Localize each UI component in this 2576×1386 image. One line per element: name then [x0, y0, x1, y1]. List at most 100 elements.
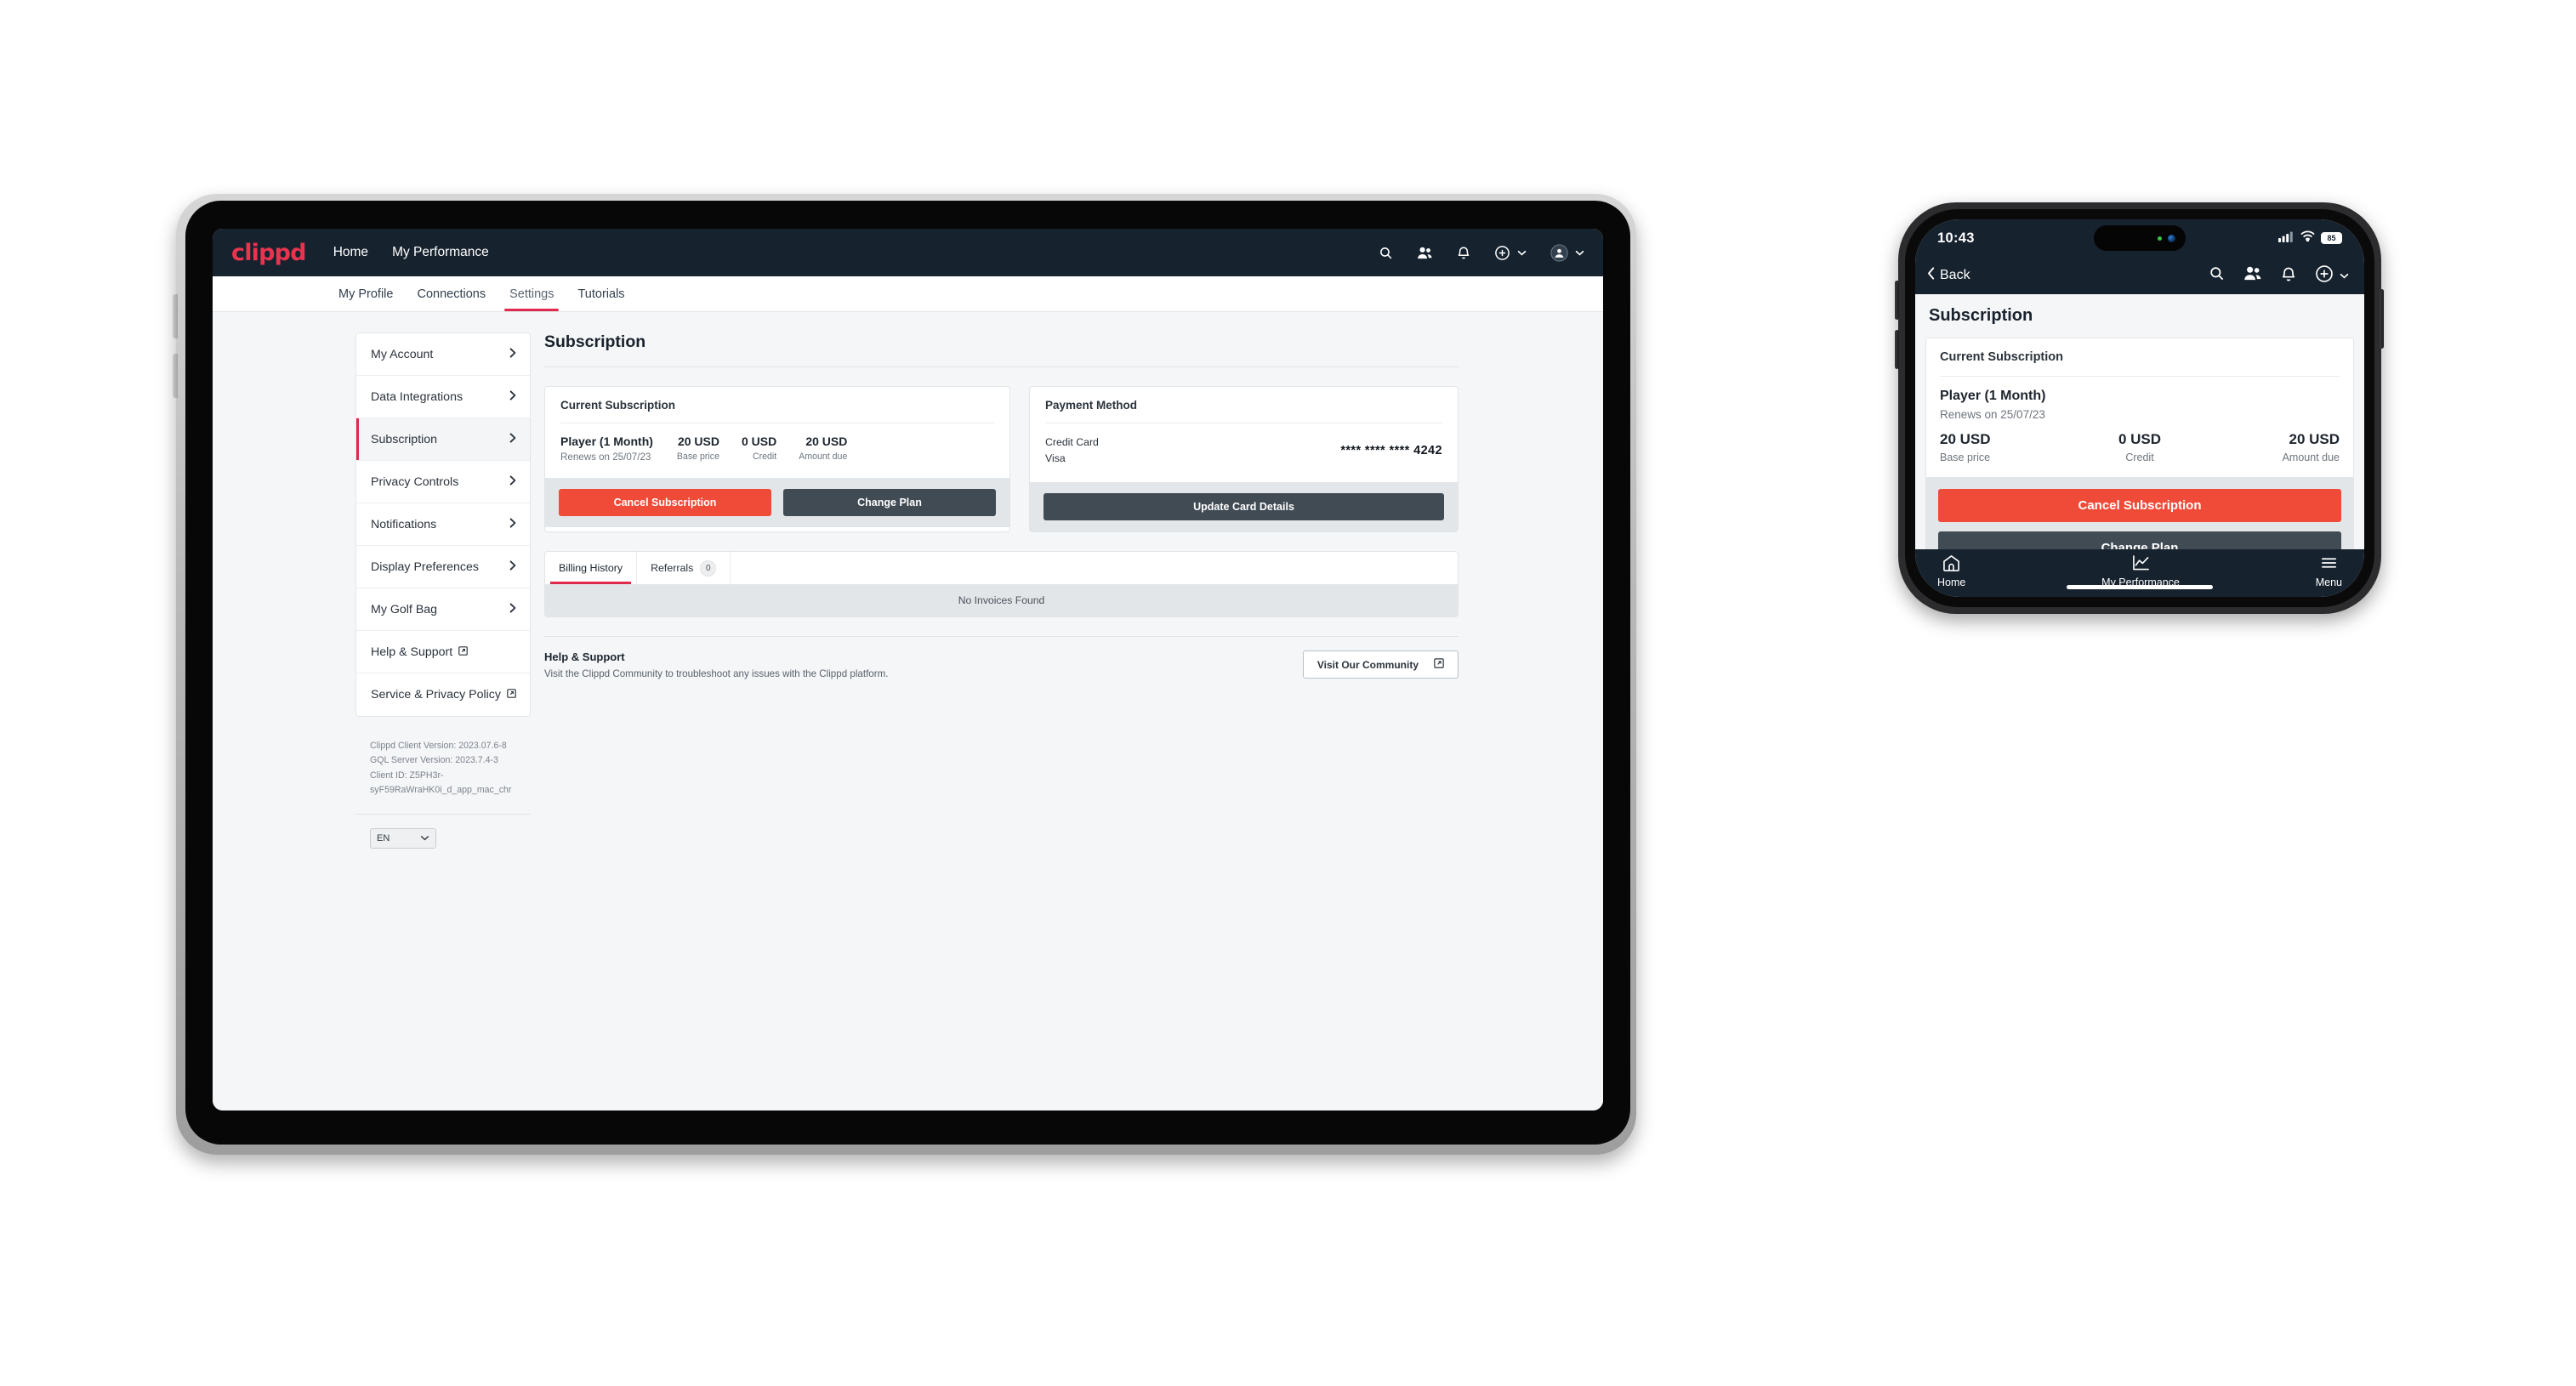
sidebar-item-label: Display Preferences: [371, 560, 479, 574]
sidebar-item-privacy-controls[interactable]: Privacy Controls: [356, 461, 530, 503]
sidebar-item-label: Data Integrations: [371, 389, 463, 404]
client-version: Clippd Client Version: 2023.07.6-8: [370, 741, 507, 751]
plan-name: Player (1 Month): [560, 435, 653, 448]
sidebar-item-my-account[interactable]: My Account: [356, 333, 530, 376]
search-icon[interactable]: [1379, 246, 1393, 260]
card-title: Current Subscription: [1940, 350, 2064, 364]
amount-label: Base price: [1940, 452, 1991, 463]
amount-value: 0 USD: [2118, 431, 2162, 447]
avatar-icon[interactable]: [1550, 243, 1568, 262]
sidebar-item-service-privacy-policy[interactable]: Service & Privacy Policy: [356, 673, 530, 716]
sidebar-item-data-integrations[interactable]: Data Integrations: [356, 376, 530, 418]
external-link-icon: [458, 645, 469, 659]
page-title: Subscription: [544, 332, 646, 351]
chevron-right-icon: [509, 560, 516, 574]
referrals-count-badge: 0: [700, 560, 717, 577]
sidebar-item-label: Service & Privacy Policy: [371, 688, 501, 702]
amount-base-price: 20 USD Base price: [677, 435, 719, 462]
current-subscription-card: Current Subscription Player (1 Month) Re…: [1925, 338, 2354, 549]
home-icon: [1942, 554, 1960, 574]
amount-base-price: 20 USD Base price: [1940, 431, 2073, 463]
amount-value: 20 USD: [677, 435, 719, 448]
cellular-signal-icon: [2278, 230, 2295, 247]
help-support-section: Help & Support Visit the Clippd Communit…: [544, 636, 1459, 679]
plan-renewal-date: Renews on 25/07/23: [560, 452, 651, 463]
plus-circle-icon[interactable]: [1494, 245, 1510, 261]
clippd-logo[interactable]: clippd: [231, 240, 307, 266]
cancel-subscription-button[interactable]: Cancel Subscription: [559, 489, 771, 516]
sidebar-item-display-preferences[interactable]: Display Preferences: [356, 546, 530, 588]
phone-volume-up-button[interactable]: [1895, 281, 1899, 320]
sidebar-item-notifications[interactable]: Notifications: [356, 503, 530, 546]
external-link-icon: [1434, 658, 1444, 671]
bell-icon[interactable]: [2281, 265, 2296, 287]
back-button[interactable]: Back: [1927, 267, 1970, 284]
tab-tutorials[interactable]: Tutorials: [566, 276, 636, 311]
change-plan-button[interactable]: Change Plan: [1938, 531, 2341, 549]
payment-method-row: Credit Card Visa **** **** **** 4242: [1045, 435, 1442, 467]
tab-my-profile[interactable]: My Profile: [327, 276, 405, 311]
chevron-down-icon[interactable]: [2340, 268, 2349, 283]
topbar-icon-group: [1379, 243, 1584, 262]
phone-power-button[interactable]: [2380, 289, 2384, 349]
card-title: Current Subscription: [560, 399, 676, 412]
sidebar-item-my-golf-bag[interactable]: My Golf Bag: [356, 588, 530, 631]
plan-summary-row: Player (1 Month) Renews on 25/07/23 20 U…: [560, 435, 994, 463]
amount-value: 20 USD: [2289, 431, 2340, 447]
change-plan-button[interactable]: Change Plan: [783, 489, 996, 516]
people-icon[interactable]: [2243, 265, 2262, 286]
current-subscription-body: Current Subscription Player (1 Month) Re…: [1926, 338, 2353, 477]
update-card-details-button[interactable]: Update Card Details: [1043, 493, 1444, 521]
phone-app-header: Back: [1915, 257, 2364, 294]
chevron-right-icon: [509, 474, 516, 489]
sidebar-item-label: Subscription: [371, 432, 438, 446]
plus-circle-icon[interactable]: [2315, 264, 2334, 287]
sidebar-item-label: Notifications: [371, 517, 437, 531]
bottom-nav-home[interactable]: Home: [1937, 554, 1965, 588]
tab-settings[interactable]: Settings: [498, 276, 566, 311]
divider: [355, 813, 531, 815]
search-icon[interactable]: [2209, 265, 2225, 286]
sidebar-item-help-support[interactable]: Help & Support: [356, 631, 530, 673]
phone-volume-down-button[interactable]: [1895, 330, 1899, 369]
home-indicator: [2067, 585, 2213, 589]
tab-referrals[interactable]: Referrals 0: [637, 552, 731, 585]
status-time: 10:43: [1937, 230, 1975, 246]
visit-community-button[interactable]: Visit Our Community: [1302, 650, 1459, 679]
nav-home[interactable]: Home: [333, 245, 368, 260]
button-label: Visit Our Community: [1316, 658, 1419, 671]
chevron-down-icon[interactable]: [1517, 250, 1527, 256]
people-icon[interactable]: [1417, 246, 1433, 260]
bottom-nav-my-performance[interactable]: My Performance: [2101, 554, 2180, 588]
nav-my-performance[interactable]: My Performance: [392, 245, 489, 260]
phone-screen: 10:43 85 Back Subscription Current Subsc…: [1915, 219, 2364, 597]
chevron-right-icon: [509, 602, 516, 616]
bottom-nav-menu[interactable]: Menu: [2316, 554, 2342, 588]
chevron-down-icon: [420, 833, 429, 844]
add-menu[interactable]: [2315, 264, 2349, 287]
server-version: GQL Server Version: 2023.7.4-3: [370, 755, 498, 766]
chevron-right-icon: [509, 347, 516, 361]
payment-method-actions: Update Card Details: [1030, 482, 1458, 532]
language-select[interactable]: EN: [370, 827, 436, 849]
tablet-device: clippd Home My Performance My Profile Co…: [173, 194, 1636, 1155]
battery-indicator: 85: [2321, 232, 2342, 244]
amount-label: Base price: [676, 452, 719, 462]
add-menu[interactable]: [1494, 245, 1527, 261]
chevron-down-icon[interactable]: [1575, 250, 1584, 256]
subscription-panel: Subscription Current Subscription Player…: [544, 332, 1603, 1111]
cancel-subscription-button[interactable]: Cancel Subscription: [1938, 489, 2341, 522]
tab-billing-history[interactable]: Billing History: [545, 552, 638, 585]
settings-tab-bar: My Profile Connections Settings Tutorial…: [213, 276, 1603, 312]
tab-label: Referrals: [651, 562, 694, 575]
amount-label: Amount due: [2282, 452, 2340, 463]
subscription-cards-row: Current Subscription Player (1 Month) Re…: [544, 386, 1459, 533]
sidebar-item-subscription[interactable]: Subscription: [356, 418, 530, 461]
chevron-left-icon: [1927, 267, 1935, 284]
account-menu[interactable]: [1550, 243, 1584, 262]
phone-content-scroll[interactable]: Subscription Current Subscription Player…: [1915, 294, 2364, 549]
card-number-masked: **** **** **** 4242: [1340, 444, 1442, 458]
amount-credit: 0 USD Credit: [742, 435, 776, 462]
tab-connections[interactable]: Connections: [405, 276, 498, 311]
bell-icon[interactable]: [1457, 245, 1470, 260]
